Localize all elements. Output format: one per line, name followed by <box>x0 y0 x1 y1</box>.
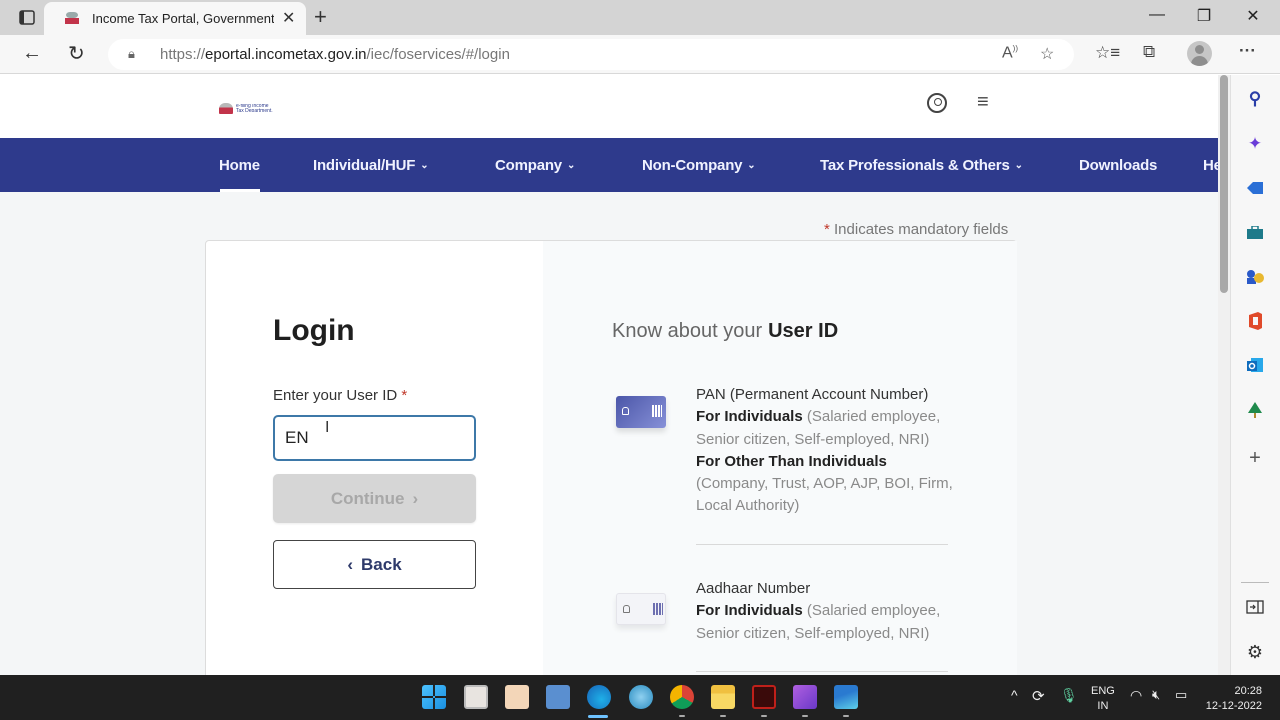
user-id-input[interactable] <box>273 415 476 461</box>
aadhaar-card-icon <box>616 593 666 625</box>
efiling-logo[interactable]: e-filing Income Tax Department, Governme… <box>219 102 277 114</box>
divider <box>1241 582 1269 583</box>
restore-button[interactable]: ❐ <box>1189 6 1219 26</box>
page-viewport: e-filing Income Tax Department, Governme… <box>0 75 1218 675</box>
sync-icon[interactable]: ⟳ <box>1032 687 1045 705</box>
browser-title-bar: Income Tax Portal, Government of India ✕… <box>0 0 1280 35</box>
snipping-tool-icon[interactable] <box>505 685 529 709</box>
url-text[interactable]: https://eportal.incometax.gov.in/iec/fos… <box>160 46 510 63</box>
address-bar[interactable]: 🔒︎ https://eportal.incometax.gov.in/iec/… <box>108 39 1074 70</box>
edge-sidebar: ⚲ ✦ + ⚙ <box>1230 75 1280 675</box>
chevron-down-icon: ⌄ <box>420 160 429 171</box>
tools-icon[interactable] <box>1243 221 1267 245</box>
emblem-icon <box>219 102 233 114</box>
divider <box>696 671 948 672</box>
reload-icon[interactable]: ↻ <box>68 41 85 66</box>
more-menu-icon[interactable]: ··· <box>1239 41 1256 61</box>
edge-taskbar-icon[interactable] <box>587 685 611 709</box>
clock[interactable]: 20:28 12-12-2022 <box>1204 684 1262 714</box>
back-button[interactable]: ‹ Back <box>273 540 476 589</box>
show-hidden-icons-chevron[interactable]: ^ <box>1011 687 1018 703</box>
split-screen-icon[interactable] <box>1243 595 1267 619</box>
language-indicator[interactable]: ENG IN <box>1091 684 1115 714</box>
chevron-down-icon: ⌄ <box>566 160 576 171</box>
running-indicator <box>802 715 808 717</box>
speaker-muted-icon[interactable]: 🔇︎ <box>1152 687 1160 703</box>
tree-icon[interactable] <box>1243 398 1267 422</box>
tab-close-icon[interactable]: ✕ <box>282 8 295 28</box>
login-heading: Login <box>273 314 355 347</box>
clipchamp-icon[interactable] <box>793 685 817 709</box>
pan-card-icon <box>616 396 666 428</box>
browser-toolbar: ← ↻ 🔒︎ https://eportal.incometax.gov.in/… <box>0 35 1280 74</box>
minimize-button[interactable]: — <box>1142 6 1172 24</box>
paint-icon[interactable] <box>629 685 653 709</box>
search-icon[interactable]: ⚲ <box>1243 87 1267 111</box>
site-header: e-filing Income Tax Department, Governme… <box>0 75 1218 138</box>
chevron-down-icon: ⌄ <box>1014 160 1023 171</box>
nav-non-company[interactable]: Non-Company ⌄ <box>642 157 756 174</box>
shopping-tag-icon[interactable] <box>1243 176 1267 200</box>
nav-help[interactable]: He <box>1203 157 1218 174</box>
text-cursor-icon: I <box>325 419 330 436</box>
wifi-icon[interactable]: ◠ <box>1130 687 1142 704</box>
mandatory-fields-note: * Indicates mandatory fields <box>824 221 1009 238</box>
running-indicator <box>720 715 726 717</box>
nav-tax-professionals[interactable]: Tax Professionals & Others ⌄ <box>820 157 1023 174</box>
browser-tab[interactable]: Income Tax Portal, Government of India ✕ <box>44 2 306 35</box>
active-nav-indicator <box>220 189 260 192</box>
login-card: Login Enter your User ID * I Continue› ‹… <box>205 240 1017 675</box>
chevron-right-icon: › <box>412 488 419 508</box>
profile-avatar[interactable] <box>1187 41 1212 66</box>
acrobat-icon[interactable] <box>752 685 776 709</box>
user-id-label: Enter your User ID * <box>273 387 408 404</box>
user-account-icon[interactable] <box>927 93 947 113</box>
page-scrollbar[interactable] <box>1218 75 1230 675</box>
chevron-left-icon: ‹ <box>347 554 354 574</box>
remote-desktop-icon[interactable] <box>546 685 570 709</box>
nav-company[interactable]: Company ⌄ <box>495 157 575 174</box>
continue-button[interactable]: Continue › <box>273 474 476 523</box>
aadhaar-info: Aadhaar Number For Individuals (Salaried… <box>696 580 941 642</box>
microphone-icon[interactable]: 🎙︎ <box>1060 687 1078 704</box>
running-indicator <box>679 715 685 717</box>
lock-icon[interactable]: 🔒︎ <box>128 46 135 62</box>
running-indicator <box>761 715 767 717</box>
office-icon[interactable] <box>1243 309 1267 333</box>
back-arrow-icon[interactable]: ← <box>22 42 42 65</box>
main-navigation: Home Individual/HUF ⌄ Company ⌄ Non-Compan… <box>0 138 1218 192</box>
battery-charging-icon[interactable]: ▭ <box>1175 687 1187 703</box>
nav-individual-huf[interactable]: Individual/HUF ⌄ <box>313 157 429 174</box>
add-icon[interactable]: + <box>1243 446 1267 470</box>
collections-icon[interactable]: ⧉ <box>1143 42 1155 62</box>
chevron-down-icon: ⌄ <box>747 160 756 171</box>
copilot-icon[interactable]: ✦ <box>1243 132 1267 156</box>
windows-taskbar: ^ ⟳ 🎙︎ ENG IN ◠ 🔇︎ ▭ 20:28 12-12-2022 <box>0 675 1280 720</box>
scrollbar-thumb[interactable] <box>1220 75 1228 293</box>
close-window-button[interactable]: ✕ <box>1238 6 1268 26</box>
active-app-indicator <box>588 715 608 718</box>
outlook-icon[interactable] <box>1243 353 1267 377</box>
reader-app-icon[interactable] <box>464 685 488 709</box>
add-favorite-icon[interactable]: ☆ <box>1040 44 1054 64</box>
games-icon[interactable] <box>1243 265 1267 289</box>
nav-downloads[interactable]: Downloads <box>1079 157 1157 174</box>
start-button[interactable] <box>422 685 446 709</box>
tab-title: Income Tax Portal, Government of India <box>92 11 274 26</box>
pan-info: PAN (Permanent Account Number) For Indiv… <box>696 386 953 515</box>
read-aloud-icon[interactable]: A)) <box>1002 44 1018 62</box>
know-user-id-heading: Know about your User ID <box>612 320 839 342</box>
tab-actions-icon[interactable] <box>18 8 36 26</box>
divider <box>696 544 948 545</box>
new-tab-button[interactable]: + <box>314 4 327 30</box>
hamburger-menu-icon[interactable]: ≡ <box>977 91 989 114</box>
nav-home[interactable]: Home <box>219 157 260 174</box>
settings-icon[interactable]: ⚙ <box>1243 640 1267 664</box>
income-tax-favicon-icon <box>64 11 80 25</box>
file-explorer-icon[interactable] <box>711 685 735 709</box>
photos-icon[interactable] <box>834 685 858 709</box>
running-indicator <box>843 715 849 717</box>
chrome-icon[interactable] <box>670 685 694 709</box>
favorites-icon[interactable]: ☆≡ <box>1095 43 1120 63</box>
